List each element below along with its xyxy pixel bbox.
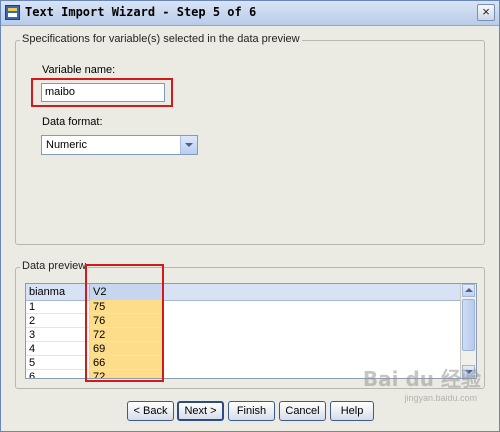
table-row: 3 72 (26, 328, 462, 342)
finish-button[interactable]: Finish (228, 401, 275, 421)
table-cell-selected[interactable]: 76 (90, 314, 163, 328)
column-header-bianma[interactable]: bianma (26, 284, 90, 300)
column-header-v2[interactable]: V2 (90, 284, 163, 300)
table-cell-selected[interactable]: 72 (90, 370, 163, 378)
data-preview-group-label: Data preview (20, 260, 89, 272)
table-cell: 3 (26, 328, 90, 342)
table-cell-selected[interactable]: 69 (90, 342, 163, 356)
table-row: 1 75 (26, 300, 462, 314)
next-button[interactable]: Next > (177, 401, 224, 421)
help-button[interactable]: Help (330, 401, 374, 421)
table-cell: 6 (26, 370, 90, 378)
baidu-watermark-url: jingyan.baidu.com (404, 393, 477, 403)
table-cell-selected[interactable]: 66 (90, 356, 163, 370)
table-cell-selected[interactable]: 72 (90, 328, 163, 342)
close-button[interactable]: × (477, 4, 495, 21)
back-button[interactable]: < Back (127, 401, 174, 421)
grid-header-row: bianma V2 (26, 284, 462, 301)
data-format-select[interactable]: Numeric (41, 135, 198, 155)
specifications-group-label: Specifications for variable(s) selected … (20, 33, 302, 45)
cancel-button[interactable]: Cancel (279, 401, 326, 421)
chevron-down-icon[interactable] (180, 136, 197, 154)
table-row: 4 69 (26, 342, 462, 356)
data-format-label: Data format: (42, 116, 103, 128)
table-cell: 2 (26, 314, 90, 328)
table-row: 2 76 (26, 314, 462, 328)
variable-name-label: Variable name: (42, 64, 116, 76)
table-cell-selected[interactable]: 75 (90, 300, 163, 314)
title-bar[interactable]: Text Import Wizard - Step 5 of 6 × (1, 1, 499, 26)
data-format-value: Numeric (46, 139, 87, 151)
baidu-watermark: Bai du 经验 (362, 367, 481, 391)
scroll-up-icon[interactable] (462, 284, 475, 297)
app-icon (5, 5, 20, 20)
variable-name-input[interactable]: maibo (41, 83, 165, 102)
table-cell: 1 (26, 300, 90, 314)
table-cell: 4 (26, 342, 90, 356)
window-title: Text Import Wizard - Step 5 of 6 (25, 5, 257, 19)
text-import-wizard-window: Text Import Wizard - Step 5 of 6 × Speci… (0, 0, 500, 432)
table-cell: 5 (26, 356, 90, 370)
scroll-thumb[interactable] (462, 299, 475, 351)
